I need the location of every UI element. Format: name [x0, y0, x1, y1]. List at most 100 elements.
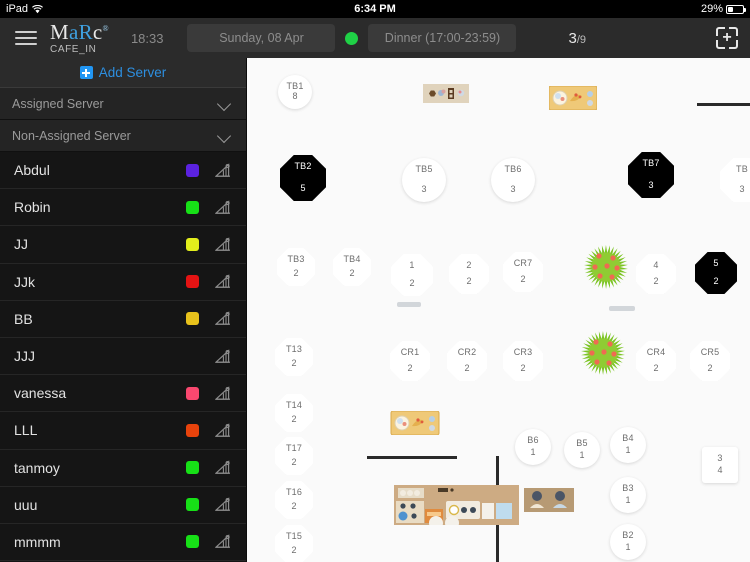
server-color-swatch[interactable] — [186, 350, 199, 363]
floor-table[interactable]: T14 2 — [275, 394, 313, 432]
floor-table[interactable]: TB5 3 — [402, 158, 446, 202]
status-bar-time: 6:34 PM — [354, 3, 396, 15]
seating-chart-icon[interactable] — [214, 534, 232, 549]
server-list-item[interactable]: JJ — [0, 226, 246, 264]
table-capacity: 2 — [520, 274, 526, 284]
table-capacity: 5 — [300, 183, 306, 193]
floor-table[interactable]: 34 — [702, 447, 738, 483]
table-name: CR4 — [646, 347, 666, 357]
table-capacity: 2 — [291, 545, 297, 555]
meal-period-selector[interactable]: Dinner (17:00-23:59) — [368, 24, 517, 52]
server-groups: Assigned Server Non-Assigned Server Abdul R… — [0, 88, 246, 562]
floor-table[interactable]: 12 — [391, 254, 433, 296]
seating-chart-icon[interactable] — [214, 162, 232, 178]
floor-table[interactable]: 22 — [449, 254, 489, 294]
server-list-item[interactable]: Abdul — [0, 152, 246, 190]
floor-table[interactable]: CR5 2 — [690, 341, 730, 381]
floor-table[interactable]: CR2 2 — [447, 341, 487, 381]
floor-table[interactable]: B6 1 — [515, 429, 551, 465]
floor-table[interactable]: B5 1 — [564, 432, 600, 468]
server-color-swatch[interactable] — [186, 461, 199, 475]
server-color-swatch[interactable] — [186, 163, 199, 177]
table-capacity: 2 — [520, 363, 526, 373]
floor-table[interactable]: T15 2 — [275, 525, 313, 562]
table-name: CR2 — [457, 347, 477, 357]
sidebar-group-assigned[interactable]: Assigned Server — [0, 88, 246, 120]
table-capacity: 2 — [653, 276, 659, 286]
floor-table[interactable]: T13 2 — [275, 338, 313, 376]
table-capacity: 4 — [717, 465, 723, 475]
floor-table[interactable]: T17 2 — [275, 437, 313, 475]
server-list-item[interactable]: BB — [0, 300, 246, 338]
server-color-swatch[interactable] — [186, 386, 199, 400]
table-name: 5 — [713, 258, 719, 268]
server-list-item[interactable]: JJk — [0, 263, 246, 301]
table-name: TB7 — [642, 158, 660, 168]
floor-table[interactable]: TB7 3 — [628, 152, 674, 198]
floor-table[interactable]: T16 2 — [275, 481, 313, 519]
server-name: tanmoy — [14, 459, 60, 476]
ios-status-bar: iPad 6:34 PM 29% — [0, 0, 750, 18]
table-capacity: 2 — [291, 501, 297, 511]
floor-table[interactable]: B2 1 — [610, 524, 646, 560]
floor-table[interactable]: TB4 2 — [333, 248, 371, 286]
sidebar-group-label: Non-Assigned Server — [12, 128, 131, 143]
server-list-item[interactable]: uuu — [0, 486, 246, 524]
floor-table[interactable]: TB 3 — [720, 158, 750, 202]
seating-chart-icon[interactable] — [214, 348, 232, 364]
seating-chart-icon[interactable] — [214, 311, 232, 326]
occupancy-total: /9 — [576, 33, 587, 46]
table-name: B2 — [622, 530, 634, 540]
floor-table[interactable]: CR1 2 — [390, 341, 430, 381]
server-color-swatch[interactable] — [186, 535, 199, 549]
plant-icon — [583, 244, 629, 290]
floor-table[interactable]: 52 — [695, 252, 737, 294]
seating-chart-icon[interactable] — [214, 497, 232, 512]
seating-chart-icon[interactable] — [214, 200, 232, 215]
floor-plan[interactable]: TB1 8 TB2 5 TB5 3 TB6 3 TB7 3 TB 3 TB3 2 TB4 2 1 2 2 2 CR7 2 4… — [247, 58, 750, 562]
brand-r: R — [78, 19, 93, 44]
server-color-swatch[interactable] — [186, 312, 199, 326]
server-color-swatch[interactable] — [186, 498, 199, 512]
seating-chart-icon[interactable] — [214, 274, 232, 289]
floor-table[interactable]: TB6 3 — [491, 158, 535, 202]
date-selector[interactable]: Sunday, 08 Apr — [187, 24, 336, 52]
add-server-button[interactable]: Add Server — [0, 58, 246, 88]
table-name: TB4 — [343, 254, 361, 264]
brand-m: M — [50, 19, 69, 44]
seating-chart-icon[interactable] — [214, 423, 232, 438]
brand-c: c — [92, 19, 103, 44]
server-list-item[interactable]: LLL — [0, 412, 246, 450]
hamburger-menu-icon[interactable] — [6, 31, 46, 45]
server-list-item[interactable]: tanmoy — [0, 449, 246, 487]
table-name: 1 — [409, 260, 415, 270]
server-list-item[interactable]: JJJ — [0, 337, 246, 376]
server-color-swatch[interactable] — [186, 237, 199, 251]
server-list-item[interactable]: Robin — [0, 189, 246, 227]
table-capacity: 2 — [291, 358, 297, 368]
floor-table[interactable]: TB1 8 — [278, 75, 312, 109]
server-list-item[interactable]: vanessa — [0, 375, 246, 413]
table-capacity: 1 — [579, 450, 585, 460]
floor-table[interactable]: B4 1 — [610, 427, 646, 463]
seating-chart-icon[interactable] — [214, 460, 232, 475]
server-color-swatch[interactable] — [186, 275, 199, 289]
floor-table[interactable]: B3 1 — [610, 477, 646, 513]
server-color-swatch[interactable] — [186, 423, 199, 437]
floor-table[interactable]: TB3 2 — [277, 248, 315, 286]
server-list-item[interactable]: mmmm — [0, 523, 246, 562]
table-name: 3 — [717, 453, 723, 463]
floor-table[interactable]: CR3 2 — [503, 341, 543, 381]
server-color-swatch[interactable] — [186, 200, 199, 214]
server-name: BB — [14, 310, 33, 327]
table-capacity: 1 — [625, 445, 631, 455]
seating-chart-icon[interactable] — [214, 385, 232, 401]
floor-table[interactable]: 42 — [636, 254, 676, 294]
floor-table[interactable]: TB2 5 — [280, 155, 326, 201]
floor-table[interactable]: CR7 2 — [503, 252, 543, 292]
add-table-icon[interactable]: + — [716, 27, 742, 53]
floor-table[interactable]: CR4 2 — [636, 341, 676, 381]
seating-chart-icon[interactable] — [214, 237, 232, 252]
sidebar-group-non-assigned[interactable]: Non-Assigned Server — [0, 120, 246, 152]
kitchen-decor-icon — [394, 485, 519, 530]
